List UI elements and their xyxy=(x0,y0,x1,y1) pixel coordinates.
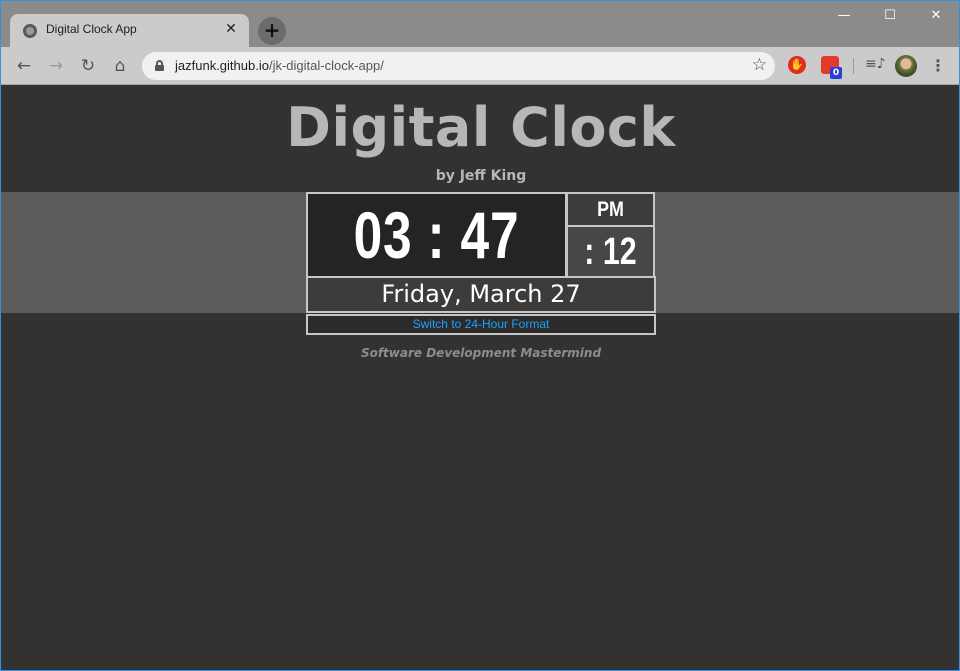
url-text[interactable]: jazfunk.github.io/jk-digital-clock-app/ xyxy=(175,58,384,73)
profile-avatar[interactable] xyxy=(895,55,917,77)
seconds-text: : 12 xyxy=(584,231,637,273)
home-button[interactable]: ⌂ xyxy=(109,55,131,77)
back-button[interactable]: ← xyxy=(13,55,35,77)
minimize-button[interactable]: — xyxy=(821,5,867,27)
tab-title: Digital Clock App xyxy=(46,22,137,36)
browser-window: Digital Clock App ✕ + — ☐ ✕ ← → ↻ ⌂ jazf… xyxy=(0,0,960,671)
hours-minutes: 03 : 47 xyxy=(353,198,520,272)
date-display: Friday, March 27 xyxy=(306,276,656,313)
ampm-text: PM xyxy=(597,198,624,221)
url-path: /jk-digital-clock-app/ xyxy=(268,58,384,73)
extension-badge: 0 xyxy=(830,67,842,79)
globe-icon xyxy=(23,24,37,38)
tagline: Software Development Mastermind xyxy=(360,346,602,360)
page-content: Digital Clock by Jeff King 03 : 47 PM : … xyxy=(1,86,959,670)
active-tab[interactable]: Digital Clock App ✕ xyxy=(10,14,249,47)
lock-icon[interactable] xyxy=(155,60,164,71)
seconds-display: : 12 xyxy=(566,225,655,278)
maximize-button[interactable]: ☐ xyxy=(867,5,913,27)
browser-toolbar: ← → ↻ ⌂ jazfunk.github.io/jk-digital-clo… xyxy=(1,47,959,85)
toolbar-divider xyxy=(853,58,854,74)
media-control-icon[interactable]: ≡♪ xyxy=(865,56,886,72)
new-tab-button[interactable]: + xyxy=(258,17,286,45)
bookmark-star-icon[interactable]: ☆ xyxy=(752,55,767,75)
tab-strip: Digital Clock App ✕ + — ☐ ✕ xyxy=(1,1,959,47)
adblock-extension-icon[interactable]: ✋ xyxy=(788,56,806,74)
close-window-button[interactable]: ✕ xyxy=(913,5,959,27)
page-title: Digital Clock xyxy=(286,96,676,159)
address-bar[interactable]: jazfunk.github.io/jk-digital-clock-app/ … xyxy=(142,52,775,80)
ampm-display: PM xyxy=(566,192,655,227)
forward-button[interactable]: → xyxy=(45,55,67,77)
time-display: 03 : 47 xyxy=(306,192,567,278)
reload-button[interactable]: ↻ xyxy=(77,55,99,77)
browser-menu-icon[interactable]: ⋮ xyxy=(930,55,946,77)
switch-format-button[interactable]: Switch to 24-Hour Format xyxy=(306,314,656,335)
url-host: jazfunk.github.io xyxy=(175,58,269,73)
tab-close-icon[interactable]: ✕ xyxy=(221,19,241,39)
author-line: by Jeff King xyxy=(435,168,527,184)
date-text: Friday, March 27 xyxy=(381,280,581,308)
